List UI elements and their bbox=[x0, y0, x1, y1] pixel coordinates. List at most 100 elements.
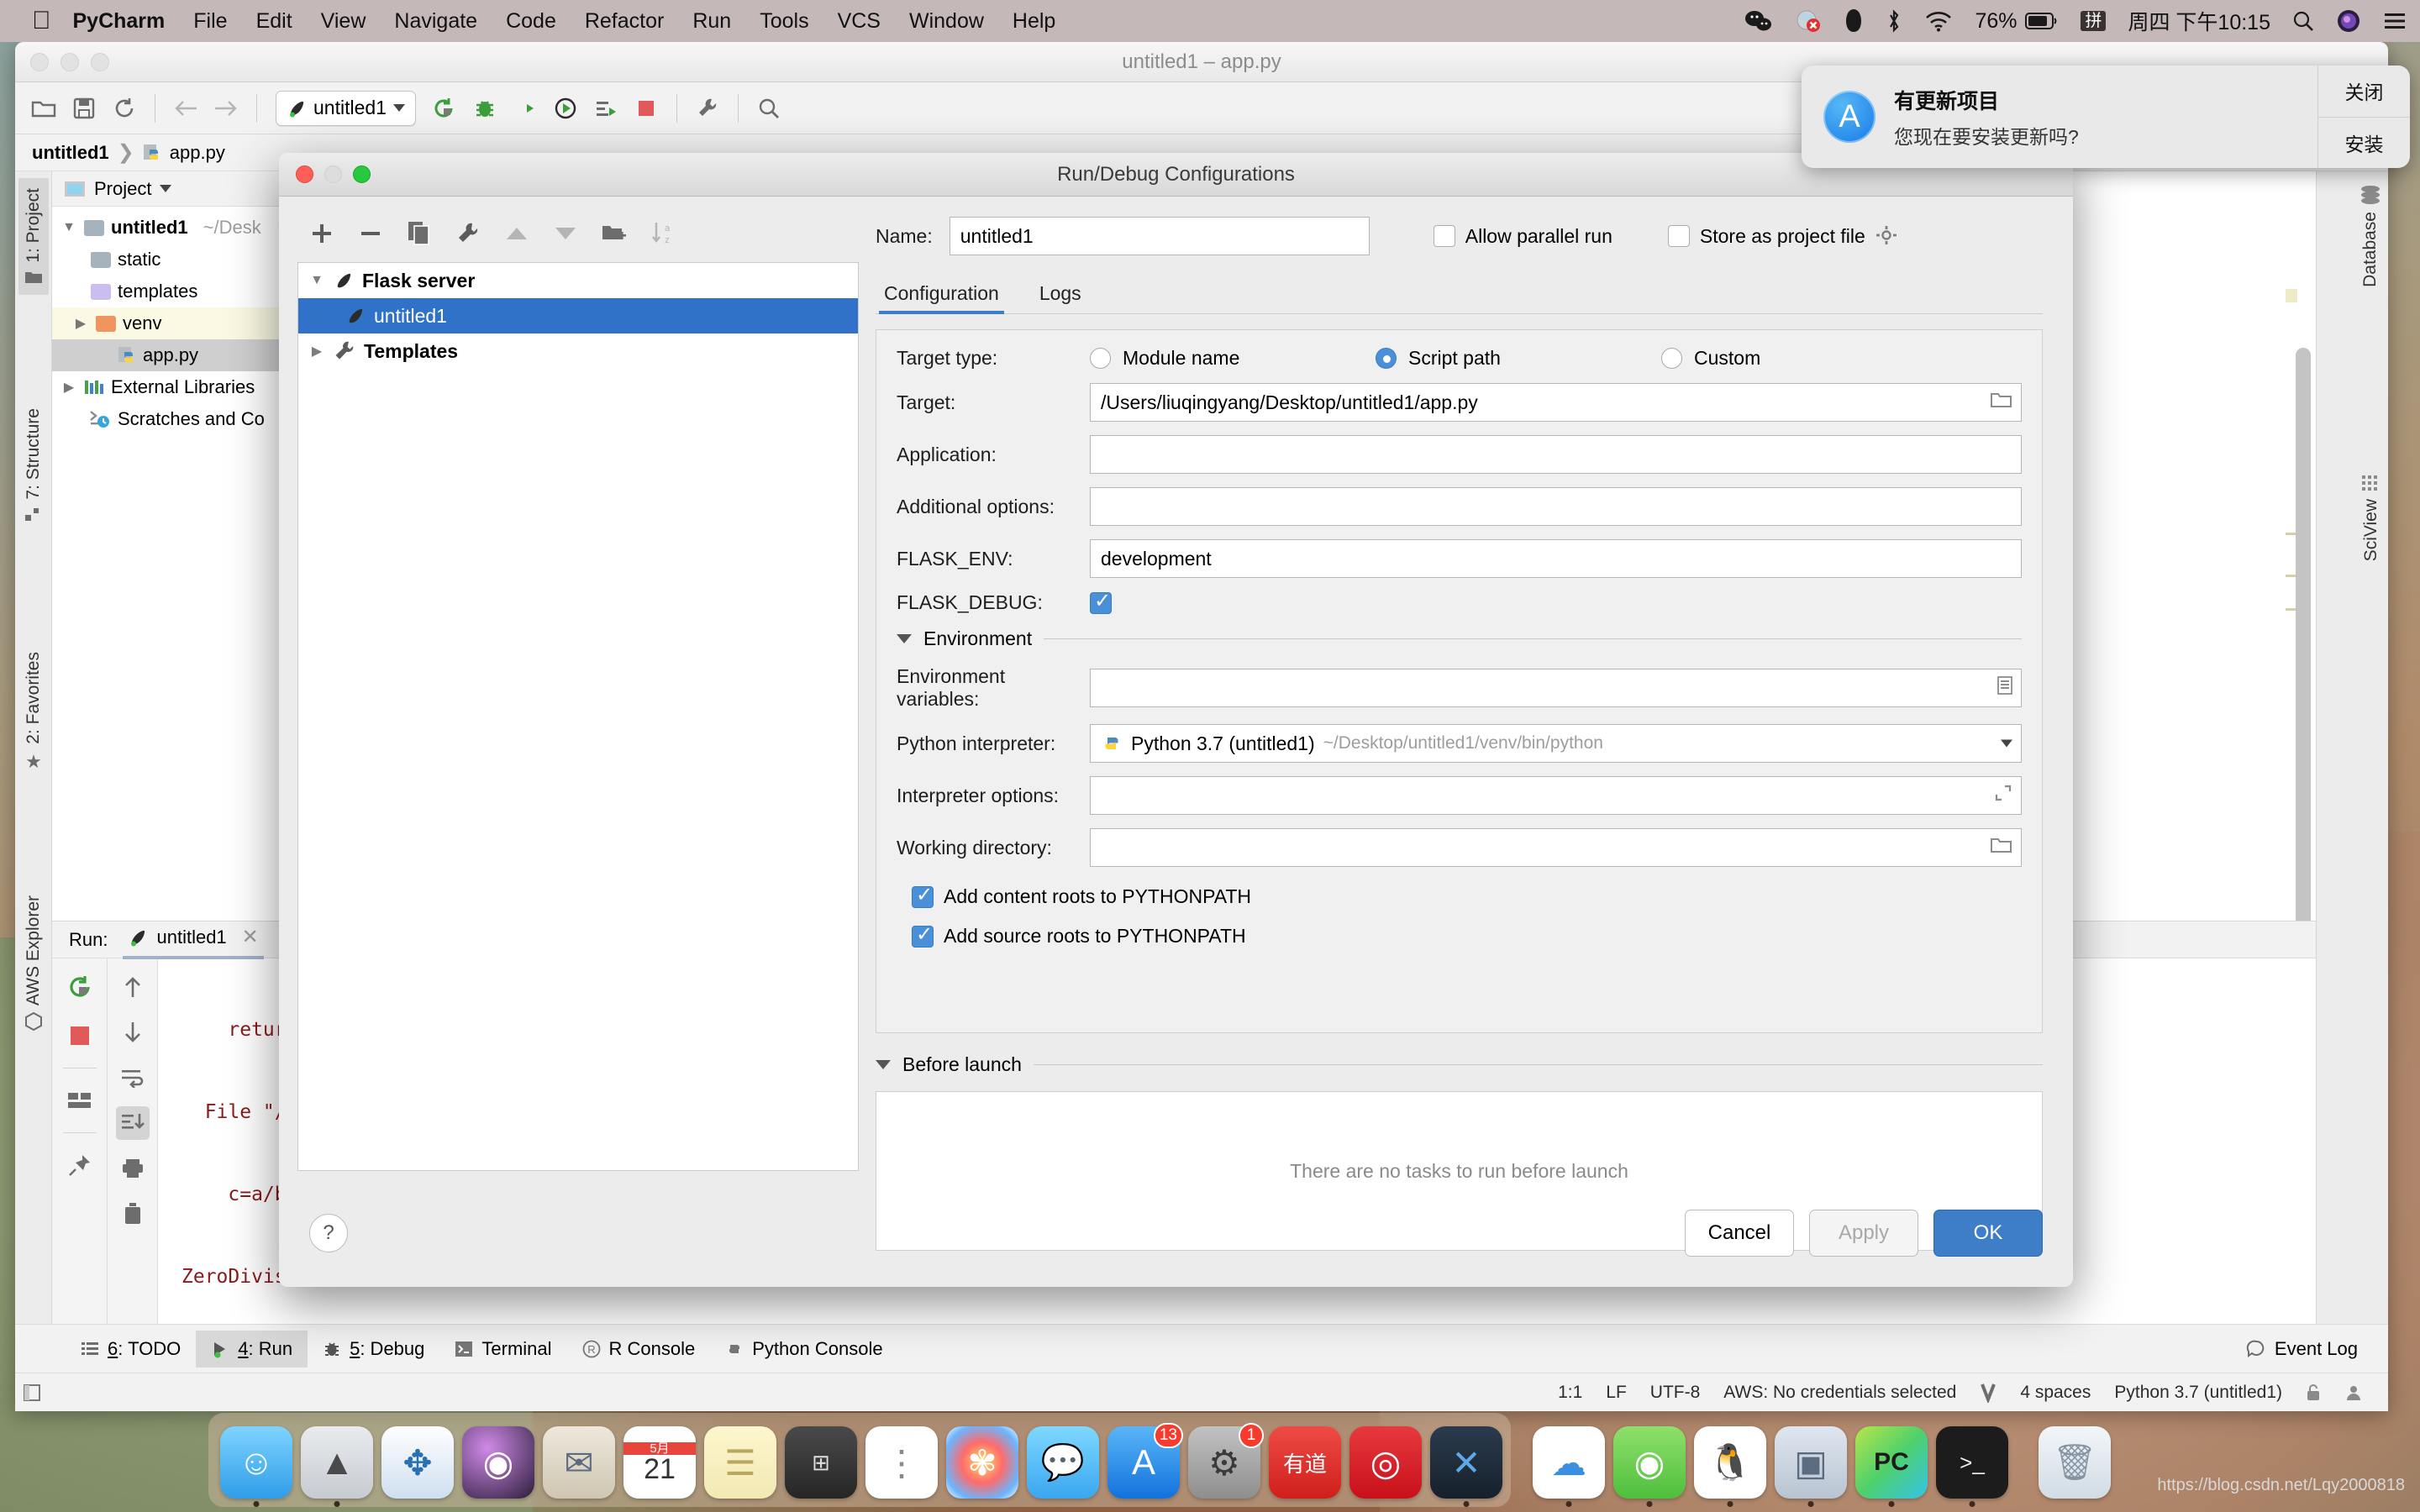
remove-icon[interactable] bbox=[356, 219, 385, 248]
show-tool-windows-icon[interactable] bbox=[15, 1383, 49, 1402]
working-directory-input[interactable] bbox=[1090, 828, 2022, 867]
status-line-separator[interactable]: LF bbox=[1606, 1383, 1627, 1403]
flask-debug-checkbox[interactable] bbox=[1090, 591, 1112, 614]
vcs-branch-icon[interactable] bbox=[1980, 1383, 1996, 1403]
dock-item-system-preferences[interactable]: ⚙ 1 bbox=[1188, 1423, 1264, 1499]
search-everywhere-icon[interactable] bbox=[749, 88, 789, 129]
menu-item-refactor[interactable]: Refactor bbox=[585, 9, 664, 34]
dock-item-wechat[interactable]: ◉ bbox=[1613, 1426, 1686, 1507]
tree-node-scratches[interactable]: Scratches and Co bbox=[52, 403, 312, 435]
menu-item-pycharm[interactable]: PyCharm bbox=[73, 9, 166, 34]
notification-content[interactable]: A 有更新项目 您现在要安装更新吗? bbox=[1802, 66, 2317, 168]
before-launch-section-header[interactable]: Before launch bbox=[876, 1053, 2043, 1076]
dock-item-terminal[interactable]: >_ bbox=[1936, 1426, 2008, 1507]
checkbox-box[interactable] bbox=[912, 885, 934, 908]
tree-node-static[interactable]: static bbox=[52, 244, 312, 276]
trash-clear-icon[interactable] bbox=[116, 1197, 150, 1231]
menu-item-tools[interactable]: Tools bbox=[760, 9, 808, 34]
dock-item-youdao[interactable]: 有道 bbox=[1269, 1426, 1341, 1499]
flask-env-input[interactable]: development bbox=[1090, 539, 2022, 578]
run-icon[interactable] bbox=[424, 88, 465, 129]
config-node-templates[interactable]: ▶ Templates bbox=[298, 333, 858, 369]
config-node-flask-server[interactable]: ▼ Flask server bbox=[298, 263, 858, 298]
twisty-expanded-icon[interactable]: ▼ bbox=[60, 220, 77, 235]
configurations-tree[interactable]: ▼ Flask server untitled1 ▶ Templates bbox=[297, 262, 859, 1171]
menu-item-window[interactable]: Window bbox=[909, 9, 984, 34]
env-vars-input[interactable] bbox=[1090, 669, 2022, 707]
status-indent[interactable]: 4 spaces bbox=[2020, 1383, 2091, 1403]
radio-button[interactable] bbox=[1376, 348, 1397, 369]
menu-item-vcs[interactable]: VCS bbox=[838, 9, 881, 34]
dock-item-safari[interactable]: ✥ bbox=[381, 1426, 454, 1499]
sidebar-item-sciview[interactable]: SciView bbox=[2361, 474, 2381, 561]
notification-install-button[interactable]: 安装 bbox=[2318, 116, 2410, 169]
tab-debug[interactable]: 5: Debug bbox=[308, 1331, 439, 1368]
run-with-coverage-icon[interactable] bbox=[505, 88, 545, 129]
radio-script-path[interactable]: Script path bbox=[1376, 347, 1661, 370]
dock-item-trash[interactable]: 🗑 bbox=[2039, 1426, 2111, 1499]
menu-item-run[interactable]: Run bbox=[692, 9, 731, 34]
name-input[interactable]: untitled1 bbox=[949, 217, 1370, 255]
browse-folder-icon[interactable] bbox=[1991, 836, 2012, 859]
arrow-up-icon[interactable] bbox=[116, 970, 150, 1004]
radio-module-name[interactable]: Module name bbox=[1090, 347, 1376, 370]
target-input[interactable]: /Users/liuqingyang/Desktop/untitled1/app… bbox=[1090, 383, 2022, 422]
twisty-collapsed-icon[interactable]: ▶ bbox=[308, 343, 325, 360]
close-icon[interactable]: ✕ bbox=[242, 925, 259, 949]
dock-item-baidu-netdisk[interactable]: ☁ bbox=[1533, 1426, 1605, 1507]
checkbox-box[interactable] bbox=[1667, 225, 1690, 247]
gear-icon[interactable] bbox=[1876, 225, 1897, 247]
scroll-to-end-icon[interactable] bbox=[115, 1106, 150, 1140]
menu-item-code[interactable]: Code bbox=[506, 9, 556, 34]
tree-node-untitled1[interactable]: ▼ untitled1 ~/Desk bbox=[52, 212, 312, 244]
run-configuration-selector[interactable]: untitled1 bbox=[276, 90, 416, 126]
restore-layout-icon[interactable] bbox=[63, 1084, 97, 1117]
breadcrumb-project[interactable]: untitled1 bbox=[32, 142, 109, 164]
application-input[interactable] bbox=[1090, 435, 2022, 474]
add-content-roots-checkbox[interactable]: Add content roots to PYTHONPATH bbox=[912, 885, 2022, 908]
apple-icon[interactable]:  bbox=[32, 8, 51, 34]
twisty-collapsed-icon[interactable]: ▶ bbox=[60, 379, 77, 396]
pin-tab-icon[interactable] bbox=[63, 1148, 97, 1182]
sidebar-item-aws-explorer[interactable]: AWS Explorer bbox=[18, 885, 49, 1041]
radio-button[interactable] bbox=[1661, 348, 1682, 369]
status-encoding[interactable]: UTF-8 bbox=[1650, 1383, 1701, 1403]
dock-item-mail[interactable]: ✉ bbox=[543, 1426, 615, 1499]
chevron-down-icon[interactable] bbox=[2001, 739, 2012, 748]
input-method-indicator[interactable]: 拼 bbox=[2081, 11, 2107, 31]
dock-item-reminders[interactable]: ⋮ bbox=[865, 1426, 938, 1499]
edit-templates-icon[interactable] bbox=[454, 219, 482, 248]
menu-item-file[interactable]: File bbox=[193, 9, 227, 34]
expand-icon[interactable] bbox=[1994, 784, 2012, 807]
tree-node-external-libraries[interactable]: ▶ External Libraries bbox=[52, 371, 312, 403]
debug-icon[interactable] bbox=[465, 88, 505, 129]
breadcrumb-file[interactable]: app.py bbox=[170, 142, 225, 164]
store-as-project-file-checkbox[interactable]: Store as project file bbox=[1667, 225, 1897, 248]
arrow-down-icon[interactable] bbox=[116, 1016, 150, 1049]
menu-item-help[interactable]: Help bbox=[1013, 9, 1055, 34]
arrow-left-icon[interactable] bbox=[166, 88, 206, 129]
checkbox-box[interactable] bbox=[912, 924, 934, 948]
inspection-icon[interactable] bbox=[2344, 1383, 2363, 1402]
bluetooth-icon[interactable] bbox=[1886, 8, 1902, 34]
twisty-expanded-icon[interactable] bbox=[897, 634, 912, 643]
move-up-icon[interactable] bbox=[502, 219, 531, 248]
siri-icon[interactable] bbox=[2336, 8, 2361, 34]
dock-item-messages[interactable]: 💬 bbox=[1027, 1426, 1099, 1499]
qq-icon[interactable] bbox=[1844, 8, 1864, 34]
dock-item-launchpad[interactable]: ▲ bbox=[301, 1426, 373, 1507]
sidebar-item-project[interactable]: 1: Project bbox=[18, 178, 49, 295]
dock-item-calculator[interactable]: ⊞ bbox=[785, 1426, 857, 1499]
move-down-icon[interactable] bbox=[551, 219, 580, 248]
dock-item-netease-music[interactable]: ◎ bbox=[1349, 1426, 1422, 1499]
tab-r-console[interactable]: R R Console bbox=[567, 1331, 711, 1368]
python-interpreter-select[interactable]: Python 3.7 (untitled1) ~/Desktop/untitle… bbox=[1090, 724, 2022, 763]
copy-configuration-icon[interactable] bbox=[405, 219, 434, 248]
run-console-icon[interactable] bbox=[586, 88, 626, 129]
battery-icon[interactable] bbox=[2025, 12, 2059, 30]
project-tree[interactable]: ▼ untitled1 ~/Desk static templates ▶ ve… bbox=[52, 207, 312, 435]
arrow-right-icon[interactable] bbox=[206, 88, 246, 129]
radio-button[interactable] bbox=[1090, 348, 1111, 369]
profile-icon[interactable] bbox=[545, 88, 586, 129]
ok-button[interactable]: OK bbox=[1933, 1210, 2043, 1257]
